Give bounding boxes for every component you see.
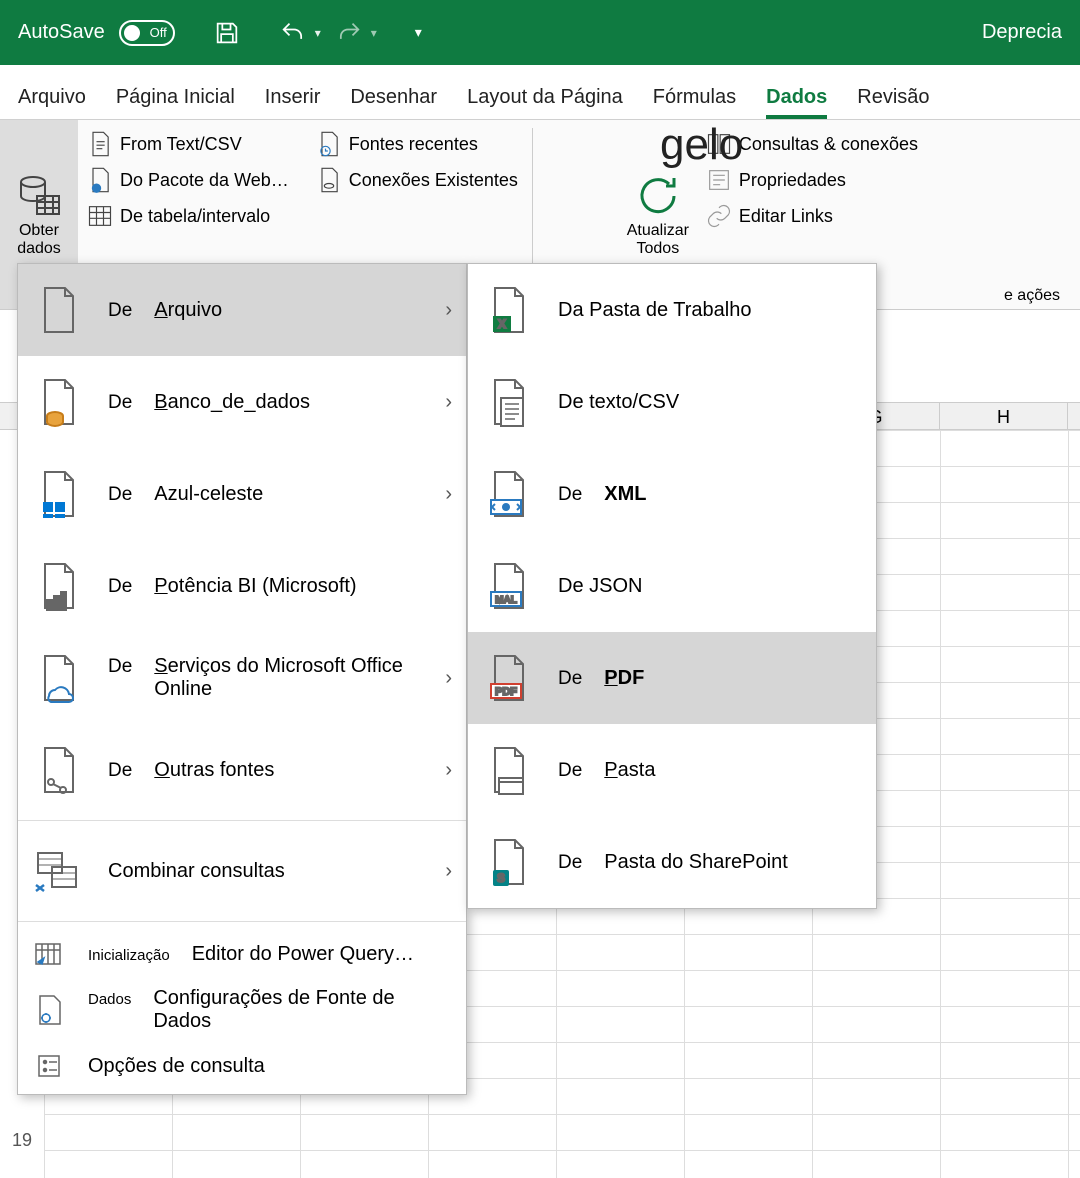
menu-item-azure[interactable]: DeAzul-celeste› bbox=[18, 448, 466, 540]
conexoes-existentes-button[interactable]: Conexões Existentes bbox=[313, 162, 520, 198]
gear-doc-icon bbox=[32, 993, 66, 1027]
svg-text:MAL: MAL bbox=[495, 595, 517, 606]
tab-desenhar[interactable]: Desenhar bbox=[350, 86, 437, 119]
submenu-item-folder[interactable]: DePasta bbox=[468, 724, 876, 816]
tab-arquivo[interactable]: Arquivo bbox=[18, 86, 86, 119]
excel-icon: X bbox=[482, 283, 536, 337]
col-header-h[interactable]: H bbox=[940, 403, 1068, 429]
tab-inserir[interactable]: Inserir bbox=[265, 86, 321, 119]
submenu-item-excel[interactable]: XDa Pasta de Trabalho bbox=[468, 264, 876, 356]
submenu-item-json[interactable]: MALDe JSON bbox=[468, 540, 876, 632]
text-icon bbox=[482, 375, 536, 429]
fontes-recentes-button[interactable]: Fontes recentes bbox=[313, 126, 520, 162]
menu-item-other[interactable]: DeOutras fontes› bbox=[18, 724, 466, 816]
refresh-icon bbox=[634, 172, 682, 220]
combine-icon bbox=[32, 844, 86, 898]
menu-item-options[interactable]: Opções de consulta bbox=[18, 1038, 466, 1094]
qat-customize-icon[interactable]: ▾ bbox=[415, 24, 422, 41]
json-icon: MAL bbox=[482, 559, 536, 613]
chevron-right-icon: › bbox=[445, 299, 452, 322]
connections-file-icon bbox=[315, 166, 343, 194]
svg-text:S: S bbox=[497, 871, 505, 885]
chevron-right-icon: › bbox=[445, 483, 452, 506]
tab-layout[interactable]: Layout da Página bbox=[467, 86, 623, 119]
undo-dropdown[interactable]: ▾ bbox=[315, 26, 321, 40]
chevron-right-icon: › bbox=[445, 667, 452, 690]
tab-pagina-inicial[interactable]: Página Inicial bbox=[116, 86, 235, 119]
menu-item-file[interactable]: DeArquivo› bbox=[18, 264, 466, 356]
from-text-csv-button[interactable]: From Text/CSV bbox=[84, 126, 291, 162]
redo-dropdown[interactable]: ▾ bbox=[371, 26, 377, 40]
tab-dados[interactable]: Dados bbox=[766, 86, 827, 119]
redo-icon[interactable] bbox=[335, 19, 363, 47]
file-icon bbox=[32, 283, 86, 337]
properties-icon bbox=[705, 166, 733, 194]
autosave-toggle[interactable]: Off bbox=[119, 20, 175, 46]
database-icon bbox=[32, 375, 86, 429]
submenu-item-xml[interactable]: DeXML bbox=[468, 448, 876, 540]
autosave-label: AutoSave bbox=[18, 21, 105, 44]
editar-links-button[interactable]: Editar Links bbox=[703, 198, 920, 234]
database-table-icon bbox=[15, 172, 63, 220]
tab-formulas[interactable]: Fórmulas bbox=[653, 86, 736, 119]
menu-item-database[interactable]: DeBanco_de_dados› bbox=[18, 356, 466, 448]
title-bar: AutoSave Off ▾ ▾ ▾ Deprecia bbox=[0, 0, 1080, 65]
menu-item-cloud[interactable]: DeServiços do Microsoft Office Online› bbox=[18, 632, 466, 724]
group-label-acoes: e ações bbox=[1004, 287, 1060, 305]
row-header-19[interactable]: 19 bbox=[0, 1130, 44, 1151]
tab-revisao[interactable]: Revisão bbox=[857, 86, 929, 119]
launch-icon bbox=[32, 937, 66, 971]
table-icon bbox=[86, 202, 114, 230]
sharepoint-icon: S bbox=[482, 835, 536, 889]
submenu-item-sharepoint[interactable]: SDePasta do SharePoint bbox=[468, 816, 876, 908]
ribbon-tabs: Arquivo Página Inicial Inserir Desenhar … bbox=[0, 65, 1080, 120]
menu-item-powerbi[interactable]: DePotência BI (Microsoft) bbox=[18, 540, 466, 632]
cloud-icon bbox=[32, 651, 86, 705]
chevron-right-icon: › bbox=[445, 391, 452, 414]
chevron-right-icon: › bbox=[445, 860, 452, 883]
submenu-item-pdf[interactable]: PDFDePDF bbox=[468, 632, 876, 724]
xml-icon bbox=[482, 467, 536, 521]
from-table-range-button[interactable]: De tabela/intervalo bbox=[84, 198, 291, 234]
link-icon bbox=[705, 202, 733, 230]
folder-icon bbox=[482, 743, 536, 797]
save-icon[interactable] bbox=[213, 19, 241, 47]
menu-item-combine[interactable]: Combinar consultas› bbox=[18, 825, 466, 917]
chevron-right-icon: › bbox=[445, 759, 452, 782]
submenu-item-text[interactable]: De texto/CSV bbox=[468, 356, 876, 448]
recent-file-icon bbox=[315, 130, 343, 158]
menu-item-launch[interactable]: InicializaçãoEditor do Power Query… bbox=[18, 926, 466, 982]
options-icon bbox=[32, 1049, 66, 1083]
gelo-text: gelo bbox=[660, 120, 743, 170]
menu-item-gear-doc[interactable]: DadosConfigurações de Fonte de Dados bbox=[18, 982, 466, 1038]
from-file-submenu: XDa Pasta de TrabalhoDe texto/CSVDeXMLMA… bbox=[467, 263, 877, 909]
from-web-button[interactable]: Do Pacote da Web… bbox=[84, 162, 291, 198]
undo-icon[interactable] bbox=[279, 19, 307, 47]
svg-text:PDF: PDF bbox=[495, 686, 517, 698]
get-data-menu: DeArquivo›DeBanco_de_dados›DeAzul-celest… bbox=[17, 263, 467, 1095]
doc-title: Deprecia bbox=[982, 21, 1062, 44]
other-icon bbox=[32, 743, 86, 797]
pdf-icon: PDF bbox=[482, 651, 536, 705]
text-file-icon bbox=[86, 130, 114, 158]
svg-text:X: X bbox=[498, 317, 506, 331]
azure-icon bbox=[32, 467, 86, 521]
web-icon bbox=[86, 166, 114, 194]
powerbi-icon bbox=[32, 559, 86, 613]
